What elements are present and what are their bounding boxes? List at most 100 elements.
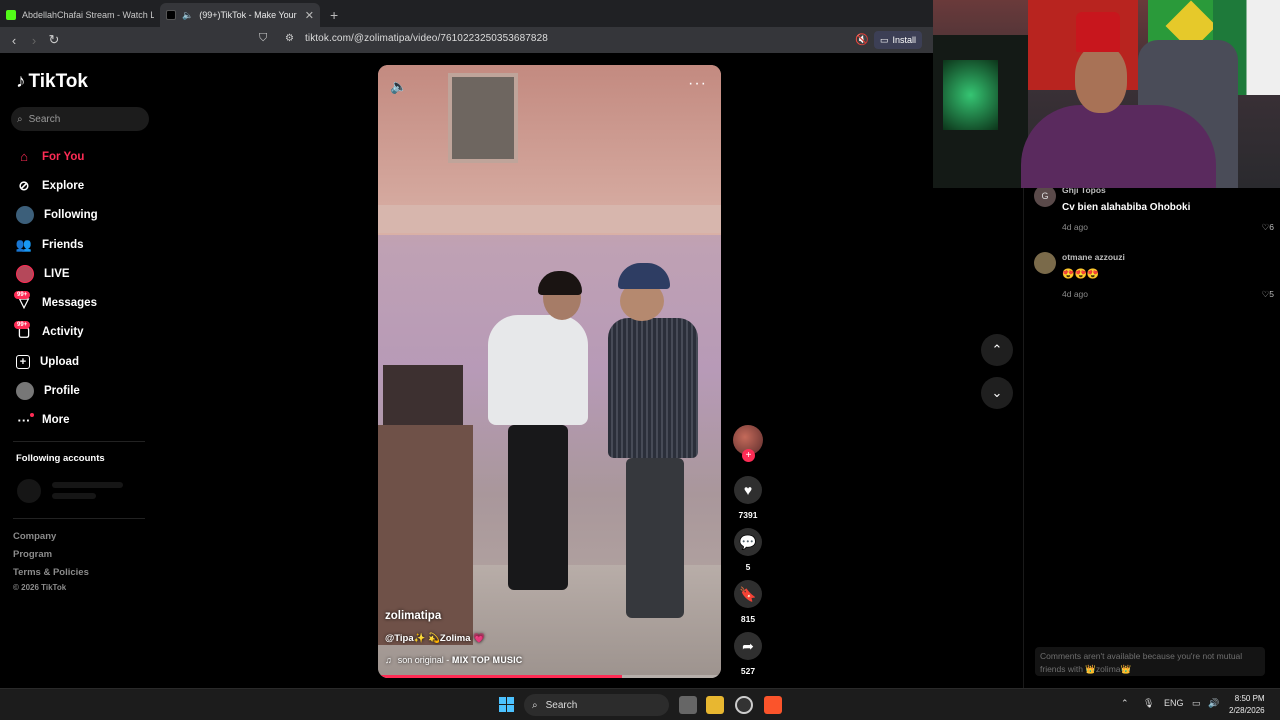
tab-title: (99+)TikTok - Make Your Day — [199, 10, 299, 20]
comment-like-button[interactable]: ♡5 — [1262, 289, 1274, 300]
media-mute-icon[interactable]: 🔇 — [855, 33, 869, 46]
microphone-icon[interactable]: 🎙 — [1143, 698, 1154, 709]
install-button[interactable]: ▭ Install — [874, 31, 923, 49]
tab-tiktok[interactable]: 🔈 (99+)TikTok - Make Your Day ✕ — [160, 3, 320, 27]
comment-icon: 💬 — [739, 533, 757, 550]
comment-button[interactable]: 💬 — [734, 528, 762, 556]
footer-terms-link[interactable]: Terms & Policies — [13, 567, 89, 578]
skeleton-line — [52, 493, 96, 499]
heart-icon: ♥ — [743, 482, 753, 498]
sidebar-item-upload[interactable]: + Upload — [16, 347, 98, 376]
comment-count: 5 — [745, 562, 751, 572]
music-link[interactable]: ♫ son original - 𝐌𝐈𝐗 𝐓𝐎𝐏 𝐌𝐔𝐒𝐈𝐂 — [385, 655, 522, 666]
close-tab-icon[interactable]: ✕ — [305, 9, 314, 22]
search-input[interactable]: ⌕ Search — [11, 107, 149, 131]
sidebar-item-messages[interactable]: ▽ 99+ Messages — [14, 288, 98, 317]
commenter-name[interactable]: otmane azzouzi — [1062, 252, 1125, 262]
brave-browser-icon[interactable] — [764, 696, 782, 714]
webcam-streamer-face — [1075, 45, 1127, 113]
reload-icon[interactable]: ↻ — [44, 32, 64, 48]
sidebar-item-label: Messages — [42, 297, 97, 310]
skeleton-avatar — [17, 479, 41, 503]
address-bar: ‹ › ↻ ⛉ ⚙ tiktok.com/@zolimatipa/video/7… — [0, 27, 933, 53]
display-icon[interactable]: ▭ — [1192, 698, 1201, 709]
following-accounts-heading: Following accounts — [16, 453, 105, 464]
like-count: 7391 — [738, 510, 758, 520]
video-player[interactable]: 🔈 ··· zolimatipa @Tipa✨ 💫Zolima 💗 ♫ son … — [378, 65, 721, 678]
comments-unavailable-notice: Comments aren't available because you're… — [1035, 647, 1265, 676]
commenter-avatar[interactable]: G — [1034, 185, 1056, 207]
previous-video-button[interactable]: ⌃ — [981, 334, 1013, 366]
sidebar-item-label: LIVE — [44, 267, 70, 280]
music-title: son original - 𝐌𝐈𝐗 𝐓𝐎𝐏 𝐌𝐔𝐒𝐈𝐂 — [397, 655, 523, 665]
share-button[interactable]: ➦ — [734, 632, 762, 660]
site-info-icon[interactable]: ⚙ — [285, 33, 294, 44]
comment-time: 4d ago — [1062, 222, 1088, 232]
share-count: 527 — [740, 666, 756, 676]
comment-like-count: 6 — [1269, 222, 1274, 232]
video-scene-window — [448, 73, 518, 163]
kick-favicon-icon — [6, 10, 16, 20]
tray-chevron-up-icon[interactable]: ⌃ — [1121, 698, 1129, 709]
friends-icon: 👥 — [15, 236, 33, 252]
comment-text: 😍😍😍 — [1062, 269, 1100, 280]
speaker-icon[interactable]: 🔈 — [182, 10, 193, 21]
windows-start-icon[interactable] — [499, 697, 514, 712]
comments-panel: G Ghji Topos Cv bien alahabiba Ohoboki 4… — [1023, 185, 1280, 688]
profile-avatar-icon — [16, 382, 34, 401]
like-button[interactable]: ♥ — [734, 476, 762, 504]
more-options-icon[interactable]: ··· — [688, 75, 707, 93]
sidebar-item-explore[interactable]: ⊘ Explore — [16, 171, 98, 200]
url-field[interactable]: tiktok.com/@zolimatipa/video/76102232503… — [305, 33, 548, 44]
live-icon — [16, 264, 34, 283]
video-person-left — [488, 271, 588, 605]
tiktok-note-icon: ♪ — [16, 71, 26, 92]
back-icon[interactable]: ‹ — [4, 33, 24, 48]
new-tab-button[interactable]: + — [320, 7, 348, 27]
sidebar-item-live[interactable]: LIVE — [16, 259, 98, 288]
clock-date: 2/28/2026 — [1229, 706, 1265, 715]
bookmark-icon[interactable]: ⛉ — [259, 32, 267, 45]
system-clock[interactable]: 8:50 PM 2/28/2026 — [1229, 693, 1265, 717]
sidebar-item-label: Upload — [40, 355, 79, 368]
next-video-button[interactable]: ⌄ — [981, 377, 1013, 409]
save-button[interactable]: 🔖 — [734, 580, 762, 608]
file-explorer-icon[interactable] — [706, 696, 724, 714]
footer-program-link[interactable]: Program — [13, 549, 52, 560]
chevron-up-icon: ⌃ — [991, 342, 1003, 357]
divider — [13, 441, 145, 442]
sidebar-item-friends[interactable]: 👥 Friends — [16, 230, 98, 259]
comment-text: Cv bien alahabiba Ohoboki — [1062, 202, 1191, 213]
forward-icon[interactable]: › — [24, 33, 44, 48]
commenter-avatar[interactable] — [1034, 252, 1056, 274]
taskbar-search[interactable]: ⌕ Search — [524, 694, 669, 716]
sidebar-item-activity[interactable]: ▢ 99+ Activity — [14, 318, 98, 347]
video-author[interactable]: zolimatipa — [385, 610, 441, 622]
windows-taskbar: ⌕ Search ⌃ 🎙 ENG ▭ 🔊 8:50 PM 2/28/2026 — [0, 688, 1280, 720]
video-caption: @Tipa✨ 💫Zolima 💗 — [385, 633, 486, 644]
sidebar-item-profile[interactable]: Profile — [16, 376, 98, 405]
skeleton-line — [52, 482, 123, 488]
volume-icon[interactable]: 🔊 — [1208, 698, 1219, 709]
tiktok-logo[interactable]: ♪ TikTok — [16, 71, 88, 93]
sidebar-menu: ⌂ For You ⊘ Explore Following 👥 Friends … — [14, 142, 98, 435]
activity-badge: 99+ — [14, 320, 31, 329]
following-avatar-icon — [16, 206, 34, 225]
comment-like-button[interactable]: ♡6 — [1262, 222, 1274, 233]
sidebar-item-for-you[interactable]: ⌂ For You — [16, 142, 98, 171]
footer-company-link[interactable]: Company — [13, 531, 56, 542]
sidebar-item-more[interactable]: ··· More — [16, 406, 98, 435]
webcam-overlay — [933, 0, 1280, 188]
obs-icon[interactable] — [735, 696, 753, 714]
task-view-icon[interactable] — [679, 696, 697, 714]
browser-tab-strip: AbdellahChafai Stream - Watch Live 🔈 (99… — [0, 0, 933, 27]
sidebar-item-following[interactable]: Following — [16, 201, 98, 230]
language-indicator[interactable]: ENG — [1164, 698, 1184, 708]
notification-dot — [30, 412, 34, 417]
install-label: Install — [892, 35, 917, 45]
follow-plus-icon[interactable]: + — [742, 449, 755, 462]
volume-icon[interactable]: 🔈 — [390, 78, 407, 95]
video-progress-bar[interactable] — [378, 675, 721, 678]
tab-abdellahchafai-stream[interactable]: AbdellahChafai Stream - Watch Live — [0, 3, 160, 27]
video-progress-fill — [378, 675, 622, 678]
